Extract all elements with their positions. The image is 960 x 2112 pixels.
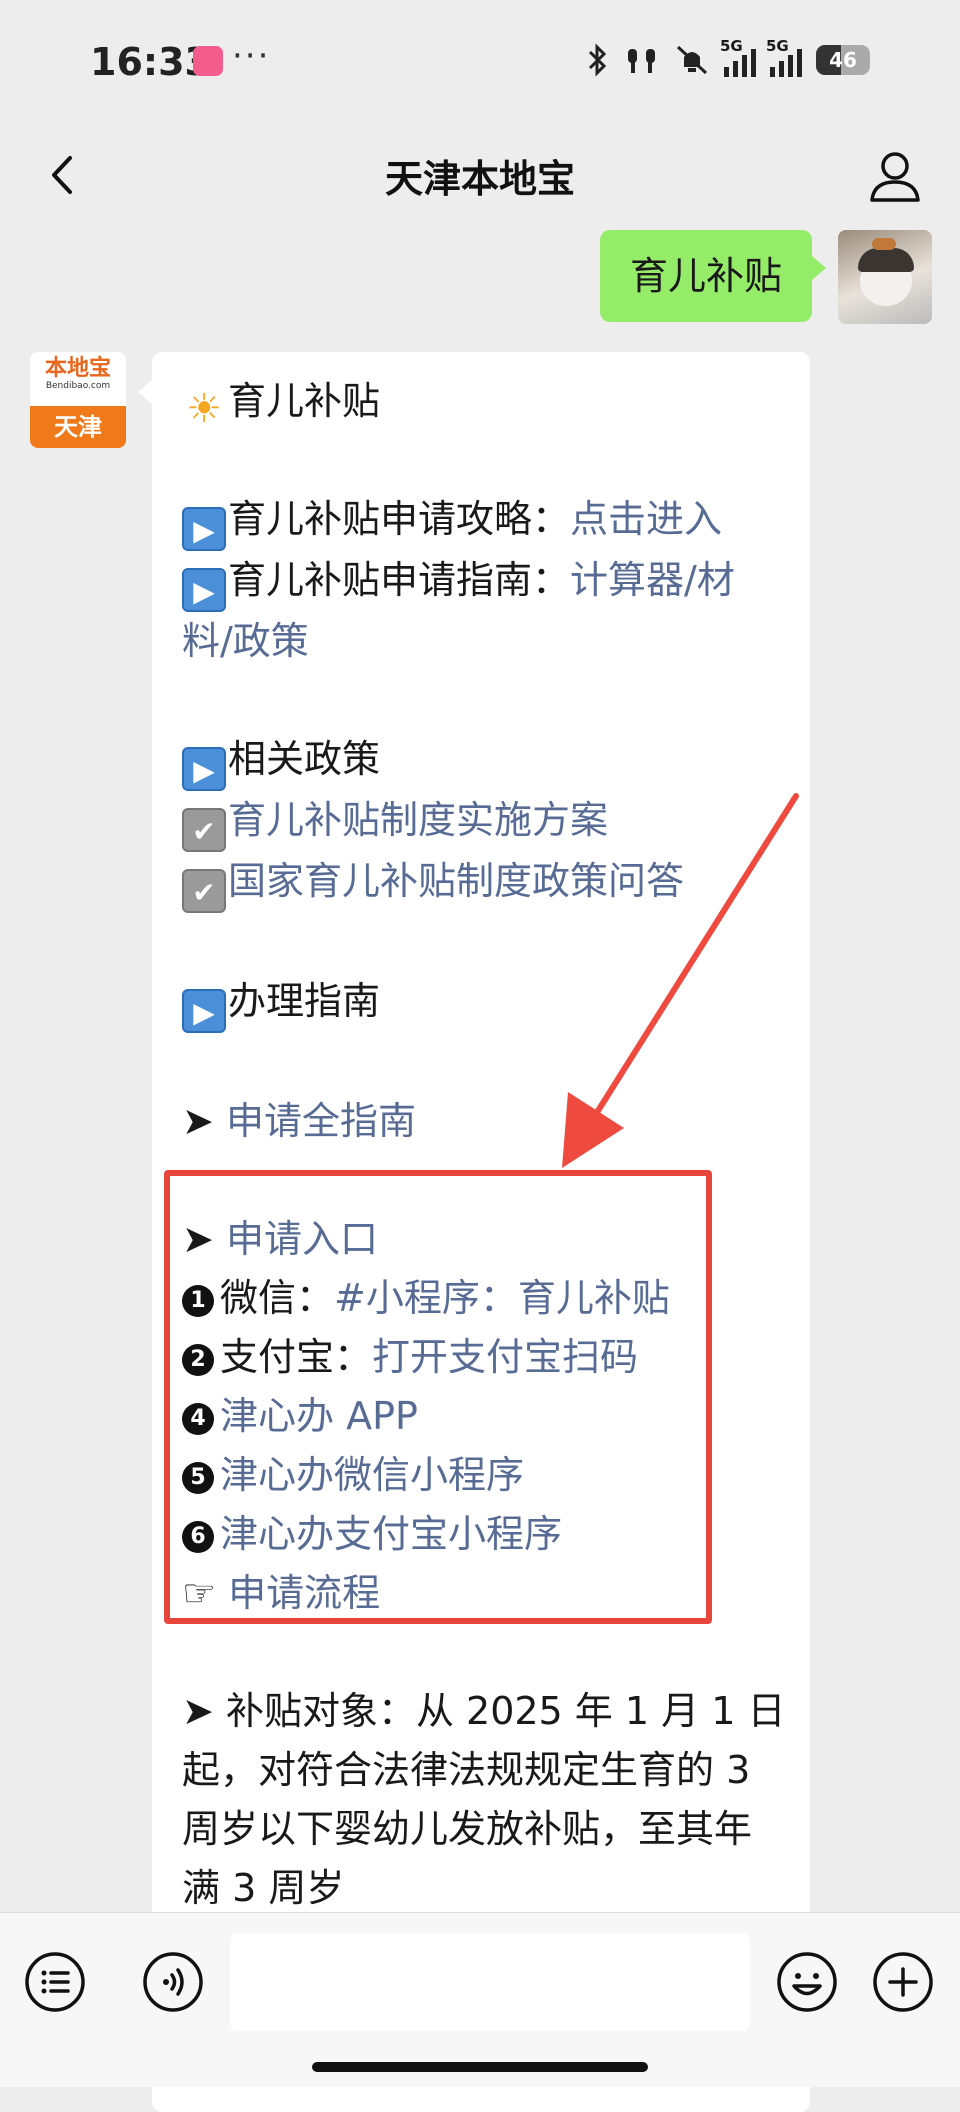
battery-icon: 46	[816, 45, 870, 75]
policy-link-1[interactable]: 育儿补贴制度实施方案	[228, 798, 608, 842]
full-guide-line: ➤ 申请全指南	[182, 1092, 792, 1151]
strategy-link[interactable]: 点击进入	[570, 497, 722, 541]
play-icon: ▶	[182, 507, 226, 551]
bilibili-app-icon	[193, 46, 223, 76]
arrow-icon: ➤	[182, 1099, 214, 1143]
target-line: ➤ 补贴对象：从 2025 年 1 月 1 日	[182, 1682, 792, 1741]
network-type-2: 5G	[766, 37, 789, 55]
full-guide-link[interactable]: 申请全指南	[226, 1099, 416, 1143]
my-avatar[interactable]	[838, 230, 932, 324]
bluetooth-icon	[588, 43, 607, 77]
status-icons: 5G 5G 46	[586, 37, 870, 82]
avatar-site: Bendibao.com	[45, 381, 111, 391]
signal-1-icon: 5G	[720, 37, 756, 77]
target-text-1: 补贴对象：从 2025 年 1 月 1 日	[225, 1689, 786, 1733]
message-input[interactable]	[230, 1933, 750, 2031]
target-text-2: 起，对符合法律法规规定生育的 3	[182, 1748, 751, 1792]
guide-label: 育儿补贴申请指南：	[228, 558, 571, 602]
target-text-3: 周岁以下婴幼儿发放补贴，至其年	[182, 1807, 753, 1851]
input-bar	[0, 1912, 960, 2087]
policy-item: ✔ 国家育儿补贴制度政策问答	[182, 852, 792, 913]
status-bar: 16:33 ··· 5G 5G 46	[0, 0, 960, 120]
my-message-bubble[interactable]: 育儿补贴	[599, 230, 827, 322]
policy-heading: 相关政策	[228, 737, 381, 781]
my-message-row: 育儿补贴	[599, 230, 932, 324]
handling-heading-line: ▶ 办理指南	[182, 972, 792, 1033]
chat-title: 天津本地宝	[384, 157, 575, 201]
guide-link-continued[interactable]: 料/政策	[182, 612, 792, 671]
plus-icon[interactable]	[872, 1951, 934, 2013]
emoji-icon[interactable]	[776, 1951, 838, 2013]
strategy-label: 育儿补贴申请攻略：	[228, 497, 571, 541]
guide-link[interactable]: 计算器/材	[570, 558, 735, 602]
sun-icon: ☀	[186, 386, 222, 432]
earbuds-icon	[628, 49, 655, 73]
arrow-icon: ➤	[182, 1689, 214, 1733]
target-text-4: 满 3 周岁	[182, 1866, 345, 1910]
chat-header: 天津本地宝	[0, 120, 960, 230]
more-notifications-icon: ···	[232, 36, 271, 76]
voice-icon[interactable]	[142, 1951, 204, 2013]
bot-avatar[interactable]: 本地宝 Bendibao.com 天津	[30, 352, 126, 448]
play-icon: ▶	[182, 989, 226, 1033]
handling-heading: 办理指南	[228, 979, 381, 1023]
message-heading: 育儿补贴	[228, 379, 381, 423]
policy-heading-line: ▶ 相关政策	[182, 730, 792, 791]
battery-level: 46	[829, 48, 857, 72]
check-icon: ✔	[182, 808, 226, 852]
profile-icon[interactable]	[866, 146, 924, 204]
mute-icon	[676, 45, 708, 75]
highlight-box	[164, 1170, 712, 1624]
policy-item: ✔ 育儿补贴制度实施方案	[182, 791, 792, 852]
check-icon: ✔	[182, 869, 226, 913]
network-type-1: 5G	[720, 37, 743, 55]
avatar-brand: 本地宝	[44, 356, 111, 381]
heading-line: ☀ 育儿补贴	[182, 372, 792, 431]
guide-line: ▶ 育儿补贴申请指南：计算器/材	[182, 551, 792, 612]
policy-link-2[interactable]: 国家育儿补贴制度政策问答	[228, 859, 684, 903]
strategy-line: ▶ 育儿补贴申请攻略：点击进入	[182, 490, 792, 551]
list-icon[interactable]	[24, 1951, 86, 2013]
home-indicator[interactable]	[312, 2062, 648, 2072]
play-icon: ▶	[182, 568, 226, 612]
avatar-city: 天津	[30, 406, 126, 448]
signal-2-icon: 5G	[766, 37, 802, 77]
play-icon: ▶	[182, 747, 226, 791]
